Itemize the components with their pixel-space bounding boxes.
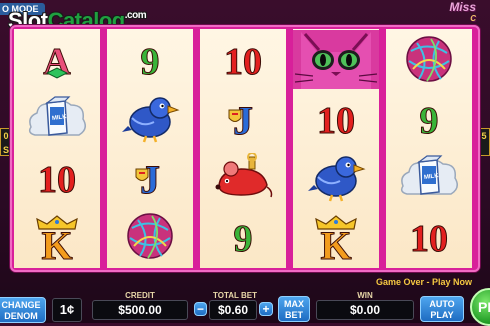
symbol-9-r5-c2: 9 [386, 91, 472, 150]
symbol-milk-r5-c3: MILK [386, 150, 472, 209]
payline-right-number: 5 [481, 131, 487, 141]
crown-icon [35, 215, 79, 236]
symbol-mouse-r3-c3 [200, 150, 286, 209]
symbol-9-r3-c4: 9 [200, 209, 286, 268]
symbol-10-r1-c3: 10 [14, 150, 100, 209]
change-denom-button[interactable]: CHANGE DENOM [0, 297, 46, 323]
mouse-icon [213, 152, 273, 206]
symbol-milk-r1-c2: MILK [14, 91, 100, 150]
reel-3: 10 J 9 [200, 29, 286, 268]
status-message: Game Over - Play Now [375, 277, 472, 287]
reels-frame: A MILK 10 K 9 J 10 J 9 10 K 9 MILK 10 [10, 25, 480, 272]
max-bet-line2: BET [285, 310, 303, 320]
symbol-bird-r4-c3 [293, 150, 379, 209]
control-panel: CHANGE DENOM 1¢ CREDIT $500.00 TOTAL BET… [0, 289, 490, 323]
symbol-kitty-r4-c1 [293, 29, 379, 94]
symbol-10-r4-c2: 10 [293, 91, 379, 150]
max-bet-line1: MAX [284, 299, 304, 309]
symbol-label: 9 [140, 40, 160, 83]
top-bar: O MODE SlotCatalog.com Miss C [0, 0, 490, 33]
symbol-10-r5-c4: 10 [386, 209, 472, 268]
auto-play-button[interactable]: AUTO PLAY [420, 296, 464, 322]
crown-icon [314, 215, 358, 236]
total-bet-label: TOTAL BET [213, 291, 257, 300]
diamond-icon [45, 66, 69, 84]
reel-2: 9J [107, 29, 193, 268]
reel-1: A MILK 10 K [14, 29, 100, 268]
game-logo-sub: C [470, 14, 476, 23]
symbol-label: 9 [233, 217, 253, 260]
symbol-k-r1-c4: K [14, 209, 100, 268]
win-value: $0.00 [316, 300, 414, 320]
symbol-j-r3-c2: J [200, 91, 286, 150]
max-bet-button[interactable]: MAX BET [278, 296, 310, 322]
symbol-k-r4-c4: K [293, 209, 379, 268]
shield-icon [228, 109, 242, 130]
shield-icon [135, 168, 149, 189]
symbol-10-r3-c1: 10 [200, 32, 286, 91]
reel-5: 9 MILK 10 [386, 29, 472, 268]
symbol-9-r2-c1: 9 [107, 32, 193, 91]
auto-play-line2: PLAY [430, 310, 454, 320]
yarn-icon [122, 208, 178, 269]
symbol-label: 10 [38, 158, 77, 201]
watermark-com: .com [124, 10, 147, 21]
symbol-yarn-r2-c4 [107, 209, 193, 268]
denom-value[interactable]: 1¢ [52, 298, 82, 322]
kitty-icon [293, 29, 379, 94]
symbol-bird-r2-c2 [107, 91, 193, 150]
bird-icon [120, 92, 180, 149]
reel-4: 10 K [293, 29, 379, 268]
bird-icon [306, 151, 366, 208]
symbol-a-r1-c1: A [14, 32, 100, 91]
symbol-label: 10 [224, 40, 263, 83]
win-label: WIN [357, 291, 373, 300]
symbol-label: 10 [317, 99, 356, 142]
symbol-j-r2-c3: J [107, 150, 193, 209]
game-logo-text: Miss [449, 0, 476, 14]
yarn-icon [401, 31, 457, 92]
bet-plus-button[interactable]: + [259, 302, 273, 316]
credit-label: CREDIT [125, 291, 155, 300]
change-denom-line2: DENOM [4, 311, 38, 321]
auto-play-line1: AUTO [429, 299, 455, 309]
symbol-yarn-r5-c1 [386, 32, 472, 91]
change-denom-line1: CHANGE [1, 300, 41, 310]
symbol-label: 9 [419, 99, 439, 142]
game-logo: Miss C [449, 0, 476, 23]
bet-minus-button[interactable]: − [194, 302, 207, 316]
symbol-label: 10 [410, 217, 449, 260]
total-bet-value: $0.60 [209, 300, 257, 320]
credit-value: $500.00 [92, 300, 188, 320]
